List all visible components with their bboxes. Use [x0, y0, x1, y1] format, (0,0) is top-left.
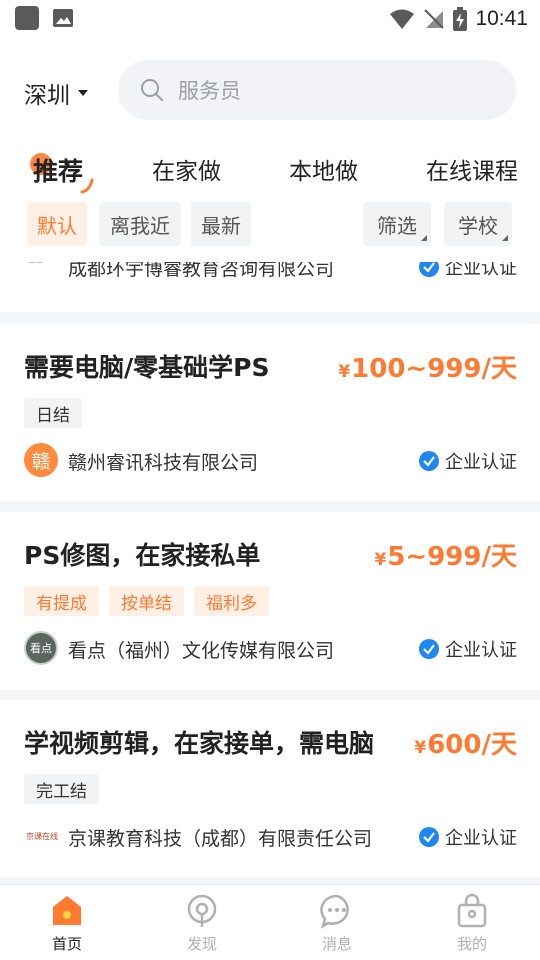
company-row: ▭▭ 成都环宇博睿教育咨询有限公司 企业认证 — [0, 262, 540, 284]
verified-check-icon — [419, 262, 439, 277]
job-tags: 日结 — [24, 398, 82, 428]
job-salary: ¥ 5~999/天 — [375, 536, 518, 573]
filter-label: 筛选 — [377, 213, 417, 238]
job-salary: ¥ 600/天 — [414, 724, 517, 761]
verified-badge: 企业认证 — [419, 262, 517, 280]
nav-messages-label: 消息 — [321, 935, 352, 953]
no-signal-icon — [424, 9, 445, 29]
company-name: 赣州睿讯科技有限公司 — [68, 452, 259, 474]
corner-triangle-icon — [502, 235, 508, 241]
status-icons: 10:41 — [389, 6, 528, 32]
nav-home[interactable]: 首页 — [27, 893, 107, 957]
home-icon — [53, 896, 81, 925]
job-tags: 有提成 按单结 福利多 — [24, 586, 269, 616]
company-row: 看点 看点（福州）文化传媒有限公司 企业认证 — [24, 631, 517, 667]
job-title: 需要电脑/零基础学PS — [24, 353, 270, 382]
nav-discover-label: 发现 — [186, 935, 217, 953]
discover-icon — [187, 894, 217, 927]
job-card[interactable]: 需要电脑/零基础学PS ¥ 100~999/天 日结 赣 赣州睿讯科技有限公司 … — [0, 324, 540, 502]
verified-badge: 企业认证 — [419, 824, 517, 850]
category-tabs: 推荐 在家做 本地做 在线课程 — [0, 148, 540, 194]
currency-symbol: ¥ — [374, 550, 387, 570]
company-row: 京课在线 京课教育科技（成都）有限责任公司 企业认证 — [24, 819, 517, 855]
nav-home-label: 首页 — [51, 935, 82, 953]
company-name: 看点（福州）文化传媒有限公司 — [68, 640, 335, 662]
job-tags: 完工结 — [24, 774, 99, 804]
company-logo: 看点 — [24, 631, 58, 665]
search-bar[interactable]: 服务员 — [118, 60, 516, 120]
salary-value: 600/天 — [427, 730, 517, 760]
tab-at-home[interactable]: 在家做 — [152, 152, 221, 186]
corner-triangle-icon — [421, 235, 427, 241]
company-name: 成都环宇博睿教育咨询有限公司 — [68, 262, 335, 280]
status-bar: 10:41 — [0, 0, 540, 40]
nav-discover[interactable]: 发现 — [162, 893, 242, 957]
app-notification-icon — [15, 6, 39, 30]
clock: 10:41 — [475, 7, 528, 30]
currency-symbol: ¥ — [414, 738, 427, 758]
image-notification-icon — [53, 9, 73, 27]
job-tag: 完工结 — [24, 774, 99, 804]
wifi-icon — [390, 9, 415, 29]
message-icon — [320, 894, 349, 929]
filter-button[interactable]: 筛选 — [363, 202, 431, 246]
tab-local[interactable]: 本地做 — [289, 152, 358, 186]
nav-mine[interactable]: 我的 — [432, 893, 512, 957]
top-header: 深圳 服务员 — [0, 40, 540, 140]
city-selector[interactable]: 深圳 — [24, 76, 88, 110]
salary-value: 100~999/天 — [351, 354, 517, 384]
job-tag: 有提成 — [24, 586, 99, 616]
job-salary: ¥ 100~999/天 — [338, 348, 517, 385]
nav-mine-label: 我的 — [456, 935, 487, 953]
company-logo: 京课在线 — [26, 831, 58, 841]
filter-newest[interactable]: 最新 — [191, 202, 251, 246]
category-tabs-area: 推荐 在家做 本地做 在线课程 默认 离我近 最新 筛选 学校 — [0, 140, 540, 262]
job-tag: 福利多 — [194, 586, 269, 616]
tab-online-course[interactable]: 在线课程 — [426, 152, 518, 186]
company-row: 赣 赣州睿讯科技有限公司 企业认证 — [24, 443, 517, 479]
filter-default[interactable]: 默认 — [27, 202, 87, 246]
tab-indicator-swoosh — [80, 178, 94, 194]
bottom-nav: 首页 发现 消息 我的 — [0, 884, 540, 960]
city-label: 深圳 — [24, 83, 70, 109]
company-name: 京课教育科技（成都）有限责任公司 — [68, 828, 373, 850]
job-tag: 日结 — [24, 398, 82, 428]
company-logo-small: ▭▭ — [28, 262, 43, 265]
verified-label: 企业认证 — [445, 262, 517, 279]
job-title: PS修图，在家接私单 — [24, 541, 261, 570]
profile-bag-icon — [457, 893, 487, 928]
school-label: 学校 — [458, 213, 498, 238]
job-title: 学视频剪辑，在家接单，需电脑 — [24, 729, 375, 758]
verified-badge: 企业认证 — [419, 636, 517, 662]
job-card[interactable]: PS修图，在家接私单 ¥ 5~999/天 有提成 按单结 福利多 看点 看点（福… — [0, 512, 540, 690]
battery-charging-icon — [453, 7, 468, 31]
nav-messages[interactable]: 消息 — [297, 893, 377, 957]
verified-badge: 企业认证 — [419, 448, 517, 474]
company-logo: 赣 — [24, 443, 58, 477]
verified-label: 企业认证 — [445, 640, 517, 661]
filter-nearby[interactable]: 离我近 — [99, 202, 181, 246]
caret-down-icon — [78, 90, 88, 96]
school-filter-button[interactable]: 学校 — [444, 202, 512, 246]
filter-bar: 默认 离我近 最新 筛选 学校 — [0, 202, 540, 248]
job-tag: 按单结 — [109, 586, 184, 616]
verified-label: 企业认证 — [445, 828, 517, 849]
job-card-partial[interactable]: ▭▭ 成都环宇博睿教育咨询有限公司 企业认证 — [0, 262, 540, 312]
search-icon — [141, 79, 163, 101]
tab-recommend[interactable]: 推荐 — [33, 152, 83, 188]
verified-check-icon — [419, 827, 439, 847]
job-card[interactable]: 学视频剪辑，在家接单，需电脑 ¥ 600/天 完工结 京课在线 京课教育科技（成… — [0, 700, 540, 878]
verified-check-icon — [419, 639, 439, 659]
search-placeholder: 服务员 — [178, 79, 241, 103]
verified-label: 企业认证 — [445, 452, 517, 473]
currency-symbol: ¥ — [338, 362, 351, 382]
salary-value: 5~999/天 — [387, 542, 517, 572]
verified-check-icon — [419, 451, 439, 471]
